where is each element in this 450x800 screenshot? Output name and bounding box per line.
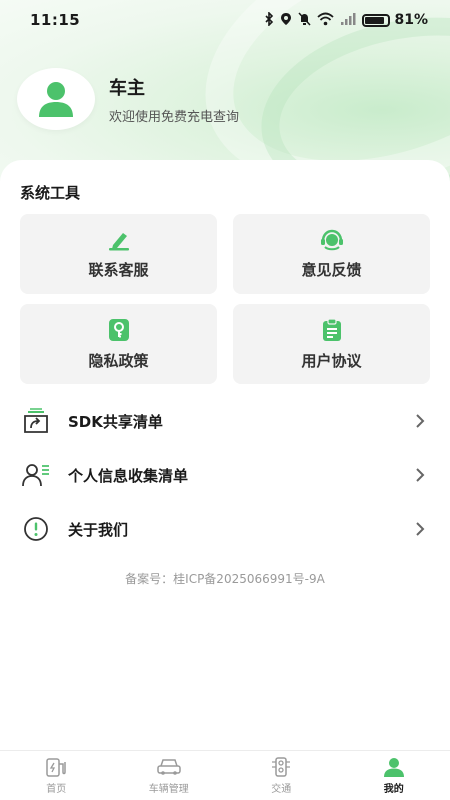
user-avatar-icon — [39, 82, 73, 117]
icp-record: 备案号：桂ICP备2025066991号-9A — [125, 572, 325, 586]
status-bar: 11:15 81% — [0, 0, 450, 40]
info-icon — [20, 513, 52, 545]
tool-label: 意见反馈 — [301, 260, 362, 279]
tool-user-agreement[interactable]: 用户协议 — [233, 304, 430, 384]
status-time: 11:15 — [30, 11, 81, 29]
status-icons: 81% — [264, 10, 428, 29]
tab-traffic[interactable]: 交通 — [225, 751, 338, 800]
avatar[interactable] — [17, 68, 95, 130]
tool-privacy-policy[interactable]: 隐私政策 — [20, 304, 217, 384]
person-icon — [383, 757, 404, 777]
menu-sdk-share-list[interactable]: SDK共享清单 — [20, 401, 430, 441]
tab-label: 我的 — [383, 783, 404, 795]
chevron-right-icon — [410, 411, 430, 431]
tool-label: 用户协议 — [301, 351, 362, 370]
wifi-icon — [317, 12, 335, 29]
section-title: 系统工具 — [20, 184, 81, 202]
chevron-right-icon — [410, 465, 430, 485]
battery-icon — [362, 13, 391, 27]
bluetooth-icon — [264, 10, 274, 29]
charger-icon — [46, 757, 66, 777]
user-profile[interactable]: 车主 欢迎使用免费充电查询 — [17, 68, 239, 130]
share-box-icon — [20, 405, 52, 437]
tab-vehicle-management[interactable]: 车辆管理 — [113, 751, 226, 800]
chevron-right-icon — [410, 519, 430, 539]
tab-home[interactable]: 首页 — [0, 751, 113, 800]
car-icon — [157, 758, 181, 775]
traffic-light-icon — [272, 756, 291, 777]
tool-label: 联系客服 — [88, 260, 149, 279]
battery-percent: 81% — [394, 12, 428, 28]
clipboard-icon — [322, 317, 341, 341]
tab-mine[interactable]: 我的 — [338, 751, 450, 800]
menu-label: SDK共享清单 — [68, 412, 163, 431]
tab-label: 车辆管理 — [148, 783, 189, 795]
tab-label: 交通 — [271, 783, 292, 795]
menu-label: 个人信息收集清单 — [68, 466, 189, 485]
signal-icon — [340, 12, 356, 29]
key-icon — [108, 318, 129, 341]
menu-personal-info-list[interactable]: 个人信息收集清单 — [20, 455, 430, 495]
person-list-icon — [20, 459, 52, 491]
battery-indicator: 81% — [362, 12, 428, 28]
headset-icon — [320, 229, 343, 250]
menu-about-us[interactable]: 关于我们 — [20, 509, 430, 549]
bottom-tab-bar: 首页 车辆管理 交通 我的 — [0, 750, 450, 800]
mute-bell-icon — [298, 11, 312, 29]
menu-label: 关于我们 — [68, 520, 129, 539]
welcome-text: 欢迎使用免费充电查询 — [109, 109, 240, 125]
tab-label: 首页 — [46, 783, 67, 795]
tool-contact-service[interactable]: 联系客服 — [20, 214, 217, 294]
main-content: 系统工具 联系客服 意见反馈 隐私政策 用户协议 SDK共享清单 个人信息收集清… — [0, 160, 450, 750]
tool-label: 隐私政策 — [88, 351, 149, 370]
location-icon — [280, 12, 292, 29]
pen-icon — [108, 232, 129, 250]
user-name: 车主 — [109, 77, 145, 99]
tool-feedback[interactable]: 意见反馈 — [233, 214, 430, 294]
